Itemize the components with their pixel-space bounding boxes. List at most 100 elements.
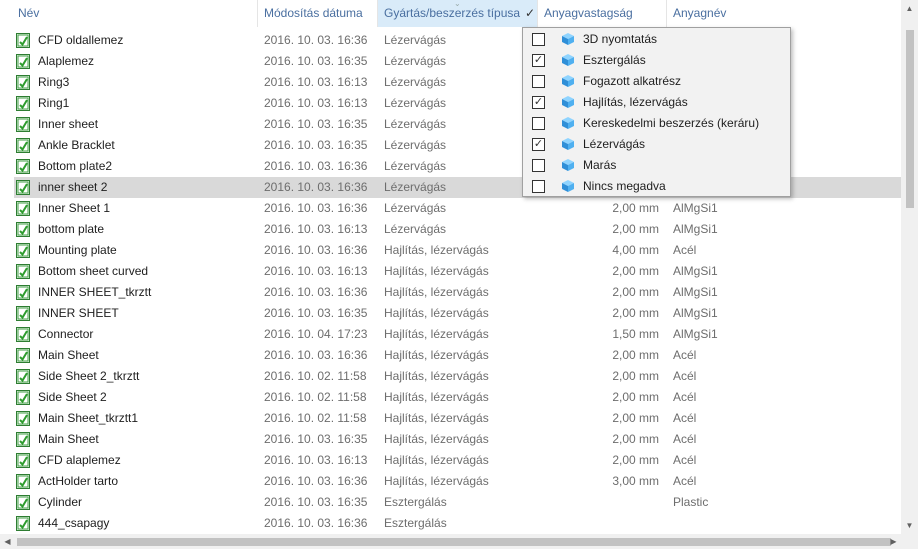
row-name: CFD alaplemez xyxy=(38,453,121,467)
scroll-down-arrow-icon[interactable]: ▼ xyxy=(901,517,918,534)
row-thickness: 3,00 mm xyxy=(612,474,659,488)
filter-option-checkbox[interactable] xyxy=(532,75,545,88)
row-material xyxy=(673,513,793,534)
part-file-icon xyxy=(16,180,30,195)
row-material: AlMgSi1 xyxy=(673,285,718,299)
filter-option-label: Marás xyxy=(583,158,617,172)
checkmark-icon[interactable]: ✓ xyxy=(525,0,535,27)
row-thickness: 2,00 mm xyxy=(612,306,659,320)
table-row[interactable]: Mounting plate 2016. 10. 03. 16:36 Hajlítá… xyxy=(14,240,901,261)
table-row[interactable]: Bottom sheet curved 2016. 10. 03. 16:13 Ha… xyxy=(14,261,901,282)
row-type: Lézervágás xyxy=(384,222,447,236)
table-row[interactable]: Side Sheet 2 2016. 10. 02. 11:58 Hajlítás,… xyxy=(14,387,901,408)
row-material: Acél xyxy=(673,432,697,446)
type-filter-dropdown: 3D nyomtatás ✓ Esztergálás Fogazott alkatré… xyxy=(522,27,791,197)
row-material: AlMgSi1 xyxy=(673,327,718,341)
table-row[interactable]: Side Sheet 2_tkrztt 2016. 10. 02. 11:58 Ha… xyxy=(14,366,901,387)
row-name: Ring3 xyxy=(38,75,70,89)
filter-option-checkbox[interactable] xyxy=(532,33,545,46)
row-thickness: 2,00 mm xyxy=(612,453,659,467)
filter-option[interactable]: Fogazott alkatrész xyxy=(523,71,790,92)
column-header-type-label: Gyártás/beszerzés típusa xyxy=(384,6,521,20)
vertical-scrollbar[interactable]: ▲ ▼ xyxy=(901,0,918,534)
table-row[interactable]: Inner Sheet 1 2016. 10. 03. 16:36 Lézervág… xyxy=(14,198,901,219)
row-type: Hajlítás, lézervágás xyxy=(384,369,489,383)
table-row[interactable]: bottom plate 2016. 10. 03. 16:13 Lézervágá… xyxy=(14,219,901,240)
row-name: Side Sheet 2 xyxy=(38,390,107,404)
table-row[interactable]: Main Sheet_tkrztt1 2016. 10. 02. 11:58 Haj… xyxy=(14,408,901,429)
table-row[interactable]: Main Sheet 2016. 10. 03. 16:36 Hajlítás, l… xyxy=(14,345,901,366)
row-modified: 2016. 10. 03. 16:36 xyxy=(264,180,368,194)
filter-option-checkbox[interactable]: ✓ xyxy=(532,54,545,67)
row-type: Hajlítás, lézervágás xyxy=(384,432,489,446)
row-modified: 2016. 10. 03. 16:36 xyxy=(264,285,368,299)
cube-icon xyxy=(561,53,575,67)
row-thickness: 4,00 mm xyxy=(612,243,659,257)
table-row[interactable]: INNER SHEET 2016. 10. 03. 16:35 Hajlítás, … xyxy=(14,303,901,324)
table-row[interactable]: ActHolder tarto 2016. 10. 03. 16:36 Hajlít… xyxy=(14,471,901,492)
table-row[interactable]: Main Sheet 2016. 10. 03. 16:35 Hajlítás, l… xyxy=(14,429,901,450)
filter-option[interactable]: Nincs megadva xyxy=(523,176,790,197)
filter-option-label: Hajlítás, lézervágás xyxy=(583,95,688,109)
row-thickness: 2,00 mm xyxy=(612,432,659,446)
table-row[interactable]: INNER SHEET_tkrztt 2016. 10. 03. 16:36 Haj… xyxy=(14,282,901,303)
row-type: Lézervágás xyxy=(384,201,447,215)
row-material: Acél xyxy=(673,348,697,362)
table-row[interactable]: 444_csapagy 2016. 10. 03. 16:36 Esztergálá… xyxy=(14,513,901,534)
scroll-up-arrow-icon[interactable]: ▲ xyxy=(901,0,918,17)
row-type: Hajlítás, lézervágás xyxy=(384,285,489,299)
row-name: CFD oldallemez xyxy=(38,33,124,47)
row-name: inner sheet 2 xyxy=(38,180,108,194)
column-header-modified[interactable]: Módosítás dátuma xyxy=(258,0,378,27)
row-name: Inner Sheet 1 xyxy=(38,201,111,215)
row-type: Lézervágás xyxy=(384,33,447,47)
row-thickness: 2,00 mm xyxy=(612,201,659,215)
part-file-icon xyxy=(16,327,30,342)
column-header-name[interactable]: Név xyxy=(12,0,258,27)
filter-option-checkbox[interactable] xyxy=(532,117,545,130)
scroll-left-arrow-icon[interactable]: ◀ xyxy=(0,534,15,549)
horizontal-scrollbar[interactable]: ◀ ▶ xyxy=(0,534,901,549)
column-header-type[interactable]: Gyártás/beszerzés típusa ⌄ ✓ xyxy=(378,0,538,27)
sort-indicator-icon: ⌄ xyxy=(454,0,461,8)
column-header-material[interactable]: Anyagnév xyxy=(667,0,901,27)
filter-option-label: Nincs megadva xyxy=(583,179,666,193)
table-row[interactable]: Cylinder 2016. 10. 03. 16:35 Esztergálás Pl… xyxy=(14,492,901,513)
row-modified: 2016. 10. 02. 11:58 xyxy=(264,411,367,425)
cube-icon xyxy=(561,95,575,109)
row-name: 444_csapagy xyxy=(38,516,110,530)
filter-option[interactable]: ✓ Hajlítás, lézervágás xyxy=(523,92,790,113)
filter-option[interactable]: ✓ Lézervágás xyxy=(523,134,790,155)
row-modified: 2016. 10. 03. 16:36 xyxy=(264,348,368,362)
row-type: Esztergálás xyxy=(384,495,447,509)
filter-option-checkbox[interactable] xyxy=(532,159,545,172)
part-file-icon xyxy=(16,54,30,69)
row-modified: 2016. 10. 03. 16:35 xyxy=(264,432,368,446)
part-file-icon xyxy=(16,348,30,363)
filter-option-checkbox[interactable]: ✓ xyxy=(532,96,545,109)
filter-option[interactable]: Kereskedelmi beszerzés (keráru) xyxy=(523,113,790,134)
row-type: Lézervágás xyxy=(384,75,447,89)
row-material: Acél xyxy=(673,243,697,257)
scroll-right-arrow-icon[interactable]: ▶ xyxy=(886,534,901,549)
column-header: Név Módosítás dátuma Gyártás/beszerzés t… xyxy=(0,0,901,27)
table-row[interactable]: CFD alaplemez 2016. 10. 03. 16:13 Hajlítás… xyxy=(14,450,901,471)
row-thickness: 2,00 mm xyxy=(612,411,659,425)
table-row[interactable]: Connector 2016. 10. 04. 17:23 Hajlítás, lé… xyxy=(14,324,901,345)
part-file-icon xyxy=(16,264,30,279)
row-name: Ring1 xyxy=(38,96,70,110)
part-file-icon xyxy=(16,390,30,405)
filter-option-checkbox[interactable]: ✓ xyxy=(532,138,545,151)
vertical-scrollbar-thumb[interactable] xyxy=(906,30,914,208)
filter-option-label: Lézervágás xyxy=(583,137,646,151)
row-material: Acél xyxy=(673,411,697,425)
column-header-thickness[interactable]: Anyagvastagság xyxy=(538,0,667,27)
filter-option[interactable]: Marás xyxy=(523,155,790,176)
filter-option-label: Kereskedelmi beszerzés (keráru) xyxy=(583,116,760,130)
horizontal-scrollbar-thumb[interactable] xyxy=(17,538,891,546)
filter-option[interactable]: 3D nyomtatás xyxy=(523,29,790,50)
row-modified: 2016. 10. 03. 16:13 xyxy=(264,222,368,236)
filter-option[interactable]: ✓ Esztergálás xyxy=(523,50,790,71)
row-modified: 2016. 10. 03. 16:36 xyxy=(264,243,368,257)
filter-option-checkbox[interactable] xyxy=(532,180,545,193)
